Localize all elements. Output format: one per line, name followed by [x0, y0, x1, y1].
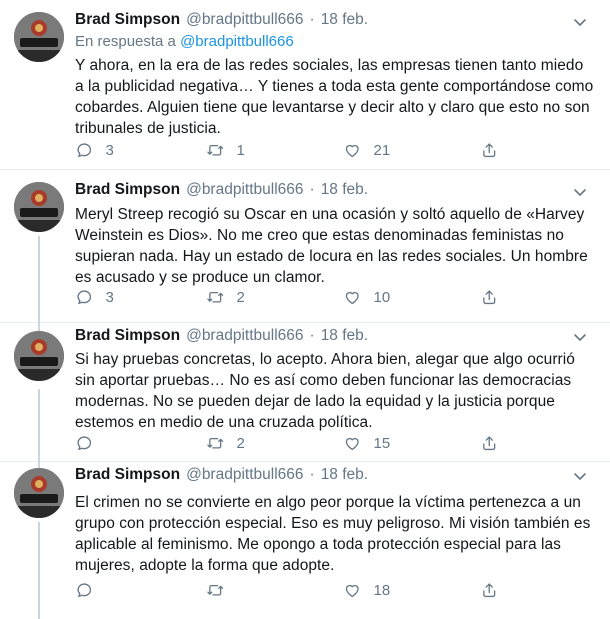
thread-line — [38, 323, 40, 331]
retweet-count: 1 — [236, 141, 245, 159]
tweet-date[interactable]: 18 feb. — [321, 11, 368, 28]
tweet-date[interactable]: 18 feb. — [321, 181, 368, 198]
like-count: 18 — [373, 581, 391, 599]
share-button[interactable] — [480, 433, 499, 453]
reply-button[interactable] — [75, 433, 106, 453]
tweet-actions: 3 1 21 — [75, 140, 515, 160]
tweet-actions: 2 15 — [75, 433, 515, 453]
separator: · — [309, 11, 315, 28]
retweet-icon — [207, 291, 224, 303]
tweet-text: Meryl Streep recogió su Oscar en una oca… — [75, 206, 588, 286]
tattoo-avatar-icon — [14, 468, 64, 518]
separator: · — [309, 327, 315, 344]
tweet-text: Y ahora, en la era de las redes sociales… — [75, 57, 594, 137]
reply-icon — [77, 290, 92, 304]
share-icon — [483, 583, 496, 597]
reply-button[interactable]: 3 — [75, 287, 114, 307]
author-name[interactable]: Brad Simpson — [75, 181, 180, 198]
share-button[interactable] — [480, 140, 499, 160]
reply-button[interactable] — [75, 580, 106, 600]
reply-icon — [77, 436, 92, 450]
tweet-header: Brad Simpson @bradpittbull666 · 18 feb. — [75, 326, 368, 346]
tweet-header: Brad Simpson @bradpittbull666 · 18 feb. — [75, 180, 368, 200]
reply-icon — [77, 143, 92, 157]
heart-icon — [345, 584, 359, 597]
author-handle[interactable]: @bradpittbull666 — [186, 11, 303, 28]
avatar[interactable] — [14, 331, 64, 381]
chevron-down-icon[interactable] — [572, 329, 588, 345]
reply-context: En respuesta a @bradpittbull666 — [75, 32, 294, 52]
author-handle[interactable]: @bradpittbull666 — [186, 181, 303, 198]
like-button[interactable]: 18 — [343, 580, 390, 600]
tweet-date[interactable]: 18 feb. — [321, 466, 368, 483]
like-count: 15 — [373, 434, 391, 452]
retweet-icon — [207, 584, 224, 596]
share-button[interactable] — [480, 287, 499, 307]
like-button[interactable]: 10 — [343, 287, 390, 307]
share-icon — [483, 436, 496, 450]
retweet-button[interactable]: 2 — [206, 433, 245, 453]
share-button[interactable] — [480, 580, 499, 600]
retweet-count: 2 — [236, 288, 245, 306]
like-count: 21 — [373, 141, 391, 159]
reply-prefix: En respuesta a — [75, 33, 181, 50]
tattoo-avatar-icon — [14, 331, 64, 381]
reply-count: 3 — [105, 141, 114, 159]
author-name[interactable]: Brad Simpson — [75, 11, 180, 28]
tweet-header: Brad Simpson @bradpittbull666 · 18 feb. — [75, 10, 368, 30]
tweet[interactable]: Brad Simpson @bradpittbull666 · 18 feb. El … — [0, 462, 610, 619]
heart-icon — [345, 144, 359, 157]
share-icon — [483, 290, 496, 304]
author-handle[interactable]: @bradpittbull666 — [186, 466, 303, 483]
retweet-icon — [207, 144, 224, 156]
chevron-down-icon[interactable] — [572, 14, 588, 30]
tweet-date[interactable]: 18 feb. — [321, 327, 368, 344]
share-icon — [483, 143, 496, 157]
like-button[interactable]: 15 — [343, 433, 390, 453]
heart-icon — [345, 291, 359, 304]
author-handle[interactable]: @bradpittbull666 — [186, 327, 303, 344]
avatar[interactable] — [14, 182, 64, 232]
retweet-button[interactable] — [206, 580, 237, 600]
tweet-header: Brad Simpson @bradpittbull666 · 18 feb. — [75, 465, 368, 485]
reply-icon — [77, 583, 92, 597]
retweet-button[interactable]: 1 — [206, 140, 245, 160]
reply-mention-link[interactable]: @bradpittbull666 — [180, 33, 294, 50]
separator: · — [309, 181, 315, 198]
thread-line — [38, 389, 40, 462]
author-name[interactable]: Brad Simpson — [75, 327, 180, 344]
tweet[interactable]: Brad Simpson @bradpittbull666 · 18 feb. Si … — [0, 323, 610, 462]
retweet-button[interactable]: 2 — [206, 287, 245, 307]
tweet-actions: 18 — [75, 580, 515, 600]
like-count: 10 — [373, 288, 391, 306]
author-name[interactable]: Brad Simpson — [75, 466, 180, 483]
tweet[interactable]: Brad Simpson @bradpittbull666 · 18 feb. Mer… — [0, 170, 610, 323]
chevron-down-icon[interactable] — [572, 184, 588, 200]
thread-line — [38, 236, 40, 323]
tweet-actions: 3 2 10 — [75, 287, 515, 307]
avatar[interactable] — [14, 12, 64, 62]
tattoo-avatar-icon — [14, 12, 64, 62]
tweet[interactable]: Brad Simpson @bradpittbull666 · 18 feb. En … — [0, 0, 610, 170]
avatar[interactable] — [14, 468, 64, 518]
retweet-icon — [207, 437, 224, 449]
heart-icon — [345, 437, 359, 450]
reply-button[interactable]: 3 — [75, 140, 114, 160]
thread-line — [38, 522, 40, 619]
tweet-text: El crimen no se convierte en algo peor p… — [75, 494, 591, 574]
separator: · — [309, 466, 315, 483]
tattoo-avatar-icon — [14, 182, 64, 232]
chevron-down-icon[interactable] — [572, 468, 588, 484]
reply-count: 3 — [105, 288, 114, 306]
like-button[interactable]: 21 — [343, 140, 390, 160]
tweet-text: Si hay pruebas concretas, lo acepto. Aho… — [75, 351, 575, 431]
retweet-count: 2 — [236, 434, 245, 452]
